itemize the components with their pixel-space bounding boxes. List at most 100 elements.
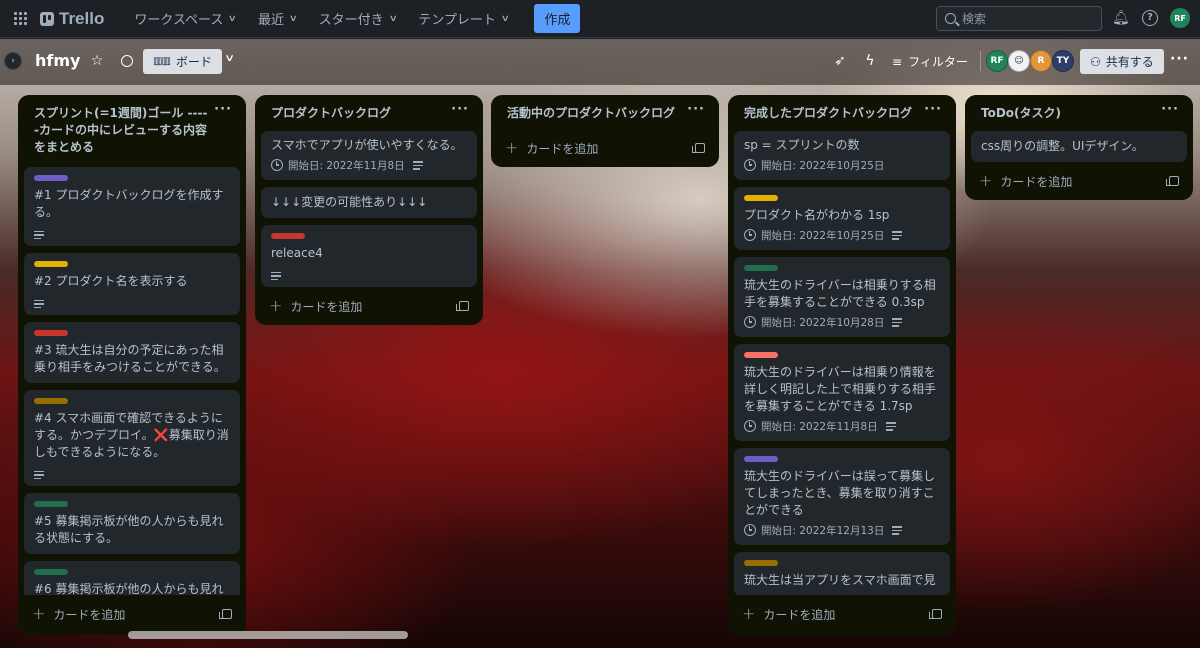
clock-icon	[744, 229, 756, 241]
automation-bolt-icon[interactable]: ϟ	[861, 52, 879, 70]
board-title[interactable]: hfmy	[35, 51, 80, 70]
card-label	[271, 233, 305, 239]
list-title[interactable]: 活動中のプロダクトバックログ	[507, 105, 675, 122]
card[interactable]: プロダクト名がわかる 1sp 開始日: 2022年10月25日	[734, 187, 950, 250]
add-card-button[interactable]: + カードを追加	[269, 298, 362, 315]
start-date: 開始日: 2022年11月8日	[288, 160, 405, 172]
start-date-badge: 開始日: 2022年10月25日	[744, 228, 884, 243]
list-menu-icon[interactable]: ···	[1161, 103, 1179, 116]
card-title: css周りの調整。UIデザイン。	[981, 139, 1144, 153]
description-icon	[34, 470, 44, 479]
list-header[interactable]: プロダクトバックログ ···	[261, 95, 477, 131]
card[interactable]: 琉大生のドライバーは誤って募集してしまったとき、募集を取り消すことができる 開始…	[734, 448, 950, 545]
nav-recent[interactable]: 最近 ∨	[250, 5, 305, 32]
list-title[interactable]: プロダクトバックログ	[271, 105, 391, 122]
start-date: 開始日: 2022年10月25日	[761, 230, 885, 242]
description-icon	[271, 271, 281, 280]
list-title[interactable]: 完成したプロダクトバックログ	[744, 105, 912, 122]
chevron-down-icon[interactable]: ∨	[224, 53, 235, 64]
start-date: 開始日: 2022年12月13日	[761, 525, 885, 537]
card[interactable]: releace4	[261, 225, 477, 287]
app-switcher-icon[interactable]	[10, 9, 30, 29]
list-title[interactable]: スプリント(=1週間)ゴール -----カードの中にレビューする内容をまとめる	[34, 105, 210, 156]
expand-sidebar-icon[interactable]: ›	[4, 52, 22, 70]
member-avatar[interactable]: RF	[986, 50, 1008, 72]
more-options-icon[interactable]: ···	[1170, 51, 1189, 67]
card[interactable]: #2 プロダクト名を表示する	[24, 253, 240, 315]
clock-icon	[744, 420, 756, 432]
card[interactable]: 琉大生のドライバーは相乗り情報を詳しく明記した上で相乗りする相手を募集することが…	[734, 344, 950, 441]
create-from-template-icon[interactable]	[692, 143, 705, 153]
member-avatar[interactable]: TY	[1052, 50, 1074, 72]
list-header[interactable]: スプリント(=1週間)ゴール -----カードの中にレビューする内容をまとめる …	[24, 95, 240, 167]
create-button[interactable]: 作成	[534, 4, 581, 33]
start-date: 開始日: 2022年10月28日	[761, 317, 885, 329]
help-icon[interactable]: ?	[1142, 10, 1158, 26]
card-title: ↓↓↓変更の可能性あり↓↓↓	[271, 195, 428, 209]
card-list: css周りの調整。UIデザイン。	[971, 131, 1187, 162]
card[interactable]: #6 募集掲示板が他の人からも見れる状態にする。	[24, 561, 240, 595]
card[interactable]: #3 琉大生は自分の予定にあった相乗り相手をみつけることができる。	[24, 322, 240, 383]
card[interactable]: ↓↓↓変更の可能性あり↓↓↓	[261, 187, 477, 218]
list-menu-icon[interactable]: ···	[214, 103, 232, 116]
nav-workspaces[interactable]: ワークスペース ∨	[126, 5, 244, 32]
member-avatar[interactable]: ☺	[1008, 50, 1030, 72]
list-header[interactable]: 完成したプロダクトバックログ ···	[734, 95, 950, 131]
nav-templates[interactable]: テンプレート ∨	[410, 5, 516, 32]
add-card-label: カードを追加	[53, 607, 126, 622]
card-title: 琉大生のドライバーは誤って募集してしまったとき、募集を取り消すことができる	[744, 469, 936, 517]
card[interactable]: sp = スプリントの数 開始日: 2022年10月25日	[734, 131, 950, 180]
star-icon[interactable]: ☆	[88, 52, 106, 70]
board-view-button[interactable]: ▥▥ ボード	[143, 49, 222, 74]
card-badges: 開始日: 2022年10月25日	[744, 158, 940, 173]
card-title: スマホでアプリが使いやすくなる。	[271, 138, 463, 152]
filter-button[interactable]: ≡ フィルター	[892, 53, 968, 70]
trello-logo[interactable]: Trello	[40, 9, 104, 29]
card[interactable]: #1 プロダクトバックログを作成する。	[24, 167, 240, 246]
user-avatar[interactable]: RF	[1170, 8, 1190, 28]
card[interactable]: css周りの調整。UIデザイン。	[971, 131, 1187, 162]
create-from-template-icon[interactable]	[219, 609, 232, 619]
card-badges: 開始日: 2022年11月8日	[271, 158, 467, 173]
add-card-label: カードを追加	[763, 607, 836, 622]
filter-label: フィルター	[908, 55, 968, 69]
search-input[interactable]: 検索	[936, 6, 1102, 31]
card[interactable]: 琉大生のドライバーは相乗りする相手を募集することができる 0.3sp 開始日: …	[734, 257, 950, 337]
nav-starred-label: スター付き	[318, 13, 384, 28]
list-menu-icon[interactable]: ···	[451, 103, 469, 116]
add-card-button[interactable]: + カードを追加	[505, 140, 598, 157]
chevron-down-icon: ∨	[228, 13, 238, 24]
add-card-button[interactable]: + カードを追加	[742, 606, 835, 623]
add-card-button[interactable]: + カードを追加	[979, 173, 1072, 190]
card-title: #6 募集掲示板が他の人からも見れる状態にする。	[34, 582, 224, 595]
card-badges: 開始日: 2022年12月13日	[744, 523, 940, 538]
power-ups-rocket-icon[interactable]: ➶	[831, 52, 849, 70]
red-x-icon: ❌	[153, 428, 169, 442]
board-canvas: › hfmy ☆ ▥▥ ボード ∨ ➶ ϟ ≡ フィルター RF ☺ R TY …	[0, 39, 1200, 648]
notifications-icon[interactable]: 🔔︎	[1112, 10, 1130, 26]
list-header[interactable]: ToDo(タスク) ···	[971, 95, 1187, 131]
list-header[interactable]: 活動中のプロダクトバックログ ···	[497, 95, 713, 131]
create-from-template-icon[interactable]	[1166, 176, 1179, 186]
card[interactable]: #4 スマホ画面で確認できるようにする。かつデプロイ。❌募集取り消しもできるよう…	[24, 390, 240, 486]
description-icon	[885, 422, 896, 431]
nav-starred[interactable]: スター付き ∨	[311, 5, 405, 32]
card[interactable]: 琉大生は当アプリをスマホ画面で見	[734, 552, 950, 595]
share-button[interactable]: ⚇ 共有する	[1080, 49, 1164, 74]
add-card-button[interactable]: + カードを追加	[32, 606, 125, 623]
create-from-template-icon[interactable]	[929, 609, 942, 619]
card[interactable]: #5 募集掲示板が他の人からも見れる状態にする。	[24, 493, 240, 554]
visibility-globe-icon[interactable]	[121, 55, 133, 67]
card[interactable]: スマホでアプリが使いやすくなる。 開始日: 2022年11月8日	[261, 131, 477, 180]
list-menu-icon[interactable]: ···	[687, 103, 705, 116]
create-from-template-icon[interactable]	[456, 301, 469, 311]
list-menu-icon[interactable]: ···	[924, 103, 942, 116]
description-icon	[892, 231, 903, 240]
member-avatar[interactable]: R	[1030, 50, 1052, 72]
card-label	[744, 456, 778, 462]
list-title[interactable]: ToDo(タスク)	[981, 105, 1061, 122]
horizontal-scrollbar[interactable]	[128, 631, 408, 639]
plus-icon: +	[269, 296, 283, 315]
description-icon	[34, 299, 44, 308]
list-product-backlog: プロダクトバックログ ··· スマホでアプリが使いやすくなる。 開始日: 202…	[255, 95, 483, 325]
